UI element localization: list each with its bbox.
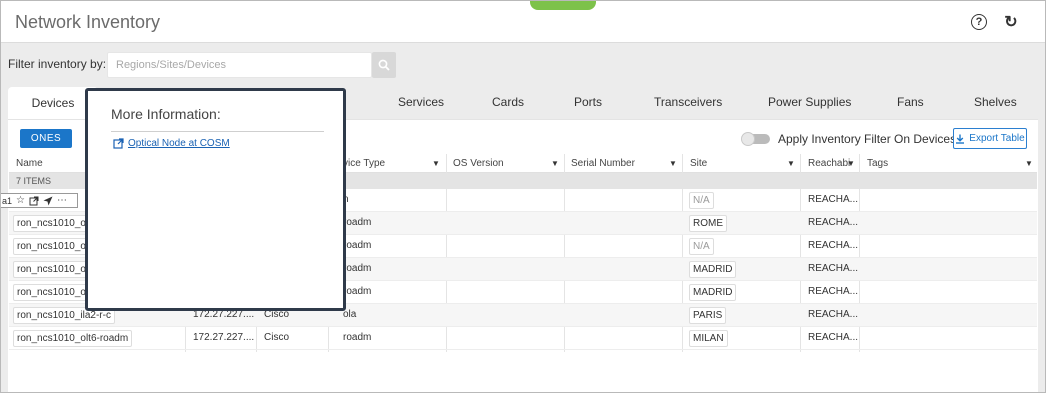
app-window: Network Inventory ? ↻ Filter inventory b… bbox=[0, 0, 1046, 393]
row-action-toolbar: a1 ☆ ⋯ bbox=[1, 193, 78, 208]
col-header-os-version[interactable]: OS Version bbox=[453, 158, 504, 169]
popup-divider bbox=[111, 131, 324, 132]
device-type-cell: roadm bbox=[343, 332, 372, 343]
pull-tab-handle[interactable] bbox=[530, 1, 596, 10]
sort-arrow-icon[interactable]: ▼ bbox=[787, 159, 795, 168]
site-cell: PARIS bbox=[689, 307, 727, 324]
site-cell: MADRID bbox=[689, 261, 737, 278]
table-row[interactable]: ron_ncs1010_olt6-roadm 172.27.227.... Ci… bbox=[9, 327, 1037, 350]
sort-arrow-icon[interactable]: ▼ bbox=[669, 159, 677, 168]
site-cell: N/A bbox=[689, 192, 714, 209]
col-header-tags[interactable]: Tags bbox=[867, 158, 888, 169]
vendor-cell: Cisco bbox=[264, 332, 290, 343]
external-link-icon bbox=[113, 138, 124, 149]
col-header-site[interactable]: Site bbox=[690, 158, 707, 169]
reachability-cell: REACHA... bbox=[808, 217, 859, 228]
col-header-serial-number[interactable]: Serial Number bbox=[571, 158, 635, 169]
tab-shelves[interactable]: Shelves bbox=[974, 95, 1017, 109]
export-label: Export Table bbox=[969, 133, 1025, 144]
ones-button[interactable]: ONES bbox=[20, 129, 72, 148]
name-cell[interactable]: ron_ncs1010_ol bbox=[13, 261, 93, 278]
reachability-cell: REACHA... bbox=[808, 286, 859, 297]
reachability-cell: REACHA... bbox=[808, 309, 859, 320]
reachability-cell: REACHA... bbox=[808, 263, 859, 274]
help-icon[interactable]: ? bbox=[971, 14, 987, 30]
sort-arrow-icon[interactable]: ▼ bbox=[847, 159, 855, 168]
col-header-name[interactable]: Name bbox=[16, 158, 43, 169]
col-header-reachability[interactable]: Reachabi bbox=[808, 158, 850, 169]
optical-node-link[interactable]: Optical Node at COSM bbox=[113, 138, 230, 149]
toggle-knob bbox=[741, 132, 755, 146]
name-cell[interactable]: ron_ncs1010_ol bbox=[13, 284, 93, 301]
tab-cards[interactable]: Cards bbox=[492, 95, 524, 109]
download-icon bbox=[956, 134, 965, 144]
filter-input[interactable] bbox=[108, 53, 371, 77]
filter-input-box bbox=[107, 52, 372, 78]
page-title: Network Inventory bbox=[15, 12, 161, 32]
inventory-filter-toggle[interactable] bbox=[741, 132, 771, 146]
toggle-label: Apply Inventory Filter On Devices bbox=[778, 132, 957, 146]
col-header-device-type[interactable]: vice Type bbox=[343, 158, 385, 169]
reachability-cell: REACHA... bbox=[808, 194, 859, 205]
name-cell[interactable]: ron_ncs1010_olt6-roadm bbox=[13, 330, 133, 347]
filter-label: Filter inventory by: bbox=[8, 57, 107, 71]
more-information-popup: More Information: Optical Node at COSM bbox=[85, 88, 346, 311]
optical-node-link-label: Optical Node at COSM bbox=[128, 138, 230, 149]
tab-fans[interactable]: Fans bbox=[897, 95, 924, 109]
row-toolbar-label: a1 bbox=[2, 195, 13, 206]
name-cell[interactable]: ron_ncs1010_ol bbox=[13, 238, 93, 255]
site-cell: N/A bbox=[689, 238, 714, 255]
popup-title: More Information: bbox=[111, 106, 221, 122]
external-link-icon[interactable] bbox=[29, 196, 39, 206]
tab-transceivers[interactable]: Transceivers bbox=[654, 95, 722, 109]
sort-arrow-icon[interactable]: ▼ bbox=[551, 159, 559, 168]
device-type-cell: ola bbox=[343, 309, 357, 320]
refresh-icon[interactable]: ↻ bbox=[1003, 14, 1019, 31]
page-header: Network Inventory ? ↻ bbox=[1, 1, 1045, 43]
name-cell[interactable]: ron_ncs1010_ol bbox=[13, 215, 93, 232]
site-cell: ROME bbox=[689, 215, 727, 232]
site-cell: MILAN bbox=[689, 330, 728, 347]
sort-arrow-icon[interactable]: ▼ bbox=[1025, 159, 1033, 168]
more-icon[interactable]: ⋯ bbox=[57, 195, 67, 206]
device-type-cell: roadm bbox=[343, 240, 372, 251]
tab-services[interactable]: Services bbox=[398, 95, 444, 109]
sort-arrow-icon[interactable]: ▼ bbox=[432, 159, 440, 168]
locate-icon[interactable] bbox=[43, 196, 53, 206]
ip-cell: 172.27.227.... bbox=[193, 332, 255, 343]
reachability-cell: REACHA... bbox=[808, 332, 859, 343]
tab-power-supplies[interactable]: Power Supplies bbox=[768, 95, 851, 109]
star-icon[interactable]: ☆ bbox=[16, 195, 25, 206]
device-type-cell: roadm bbox=[343, 217, 372, 228]
tab-label: Devices bbox=[31, 96, 75, 110]
site-cell: MADRID bbox=[689, 284, 737, 301]
device-type-cell: roadm bbox=[343, 286, 372, 297]
export-table-button[interactable]: Export Table bbox=[953, 128, 1027, 149]
device-type-cell: roadm bbox=[343, 263, 372, 274]
tab-ports[interactable]: Ports bbox=[574, 95, 602, 109]
reachability-cell: REACHA... bbox=[808, 240, 859, 251]
filter-search-button[interactable] bbox=[372, 52, 396, 78]
search-icon bbox=[378, 59, 390, 71]
